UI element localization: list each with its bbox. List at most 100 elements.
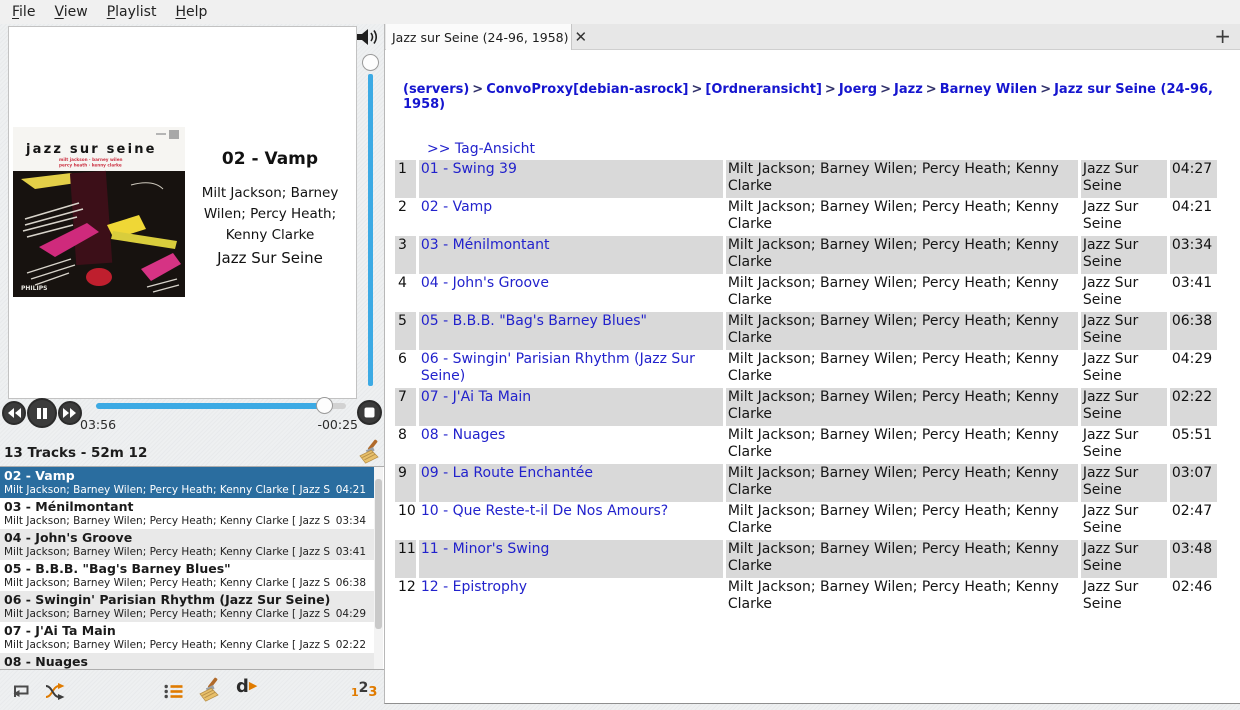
playlist-toolbar: d▶ 123 bbox=[0, 674, 384, 708]
table-row: 808 - NuagesMilt Jackson; Barney Wilen; … bbox=[395, 426, 1217, 464]
track-title-link[interactable]: 08 - Nuages bbox=[421, 427, 506, 443]
next-button[interactable] bbox=[58, 401, 82, 425]
volume-slider[interactable] bbox=[362, 50, 379, 392]
playlist-item-artists: Milt Jackson; Barney Wilen; Percy Heath;… bbox=[4, 515, 330, 527]
player-card: jazz sur seine milt jackson · barney wil… bbox=[8, 26, 357, 399]
breadcrumb-separator: > bbox=[923, 82, 940, 97]
seek-slider[interactable] bbox=[96, 403, 346, 409]
playlist-item-artists: Milt Jackson; Barney Wilen; Percy Heath;… bbox=[4, 546, 330, 558]
playlist-item[interactable]: 03 - MénilmontantMilt Jackson; Barney Wi… bbox=[0, 498, 374, 529]
seek-knob[interactable] bbox=[316, 397, 333, 414]
previous-button[interactable] bbox=[2, 401, 26, 425]
broom-icon[interactable] bbox=[355, 439, 383, 466]
table-row: 505 - B.B.B. "Bag's Barney Blues"Milt Ja… bbox=[395, 312, 1217, 350]
playlist-item-title: 05 - B.B.B. "Bag's Barney Blues" bbox=[0, 561, 374, 576]
tab-jazz-sur-seine[interactable]: Jazz sur Seine (24-96, 1958) ✕ bbox=[386, 24, 572, 50]
tab-close-icon[interactable]: ✕ bbox=[575, 30, 588, 45]
breadcrumb-link[interactable]: [Ordneransicht] bbox=[705, 82, 822, 97]
table-row: 1212 - EpistrophyMilt Jackson; Barney Wi… bbox=[395, 578, 1217, 616]
album-art-credit2: percy heath · kenny clarke bbox=[59, 163, 122, 168]
playlist-items: 02 - Vamp Milt Jackson; Barney Wilen; Per… bbox=[0, 467, 384, 670]
volume-knob[interactable] bbox=[362, 54, 379, 71]
remaining-time: -00:25 bbox=[314, 417, 358, 432]
now-playing-artists: Milt Jackson; Barney Wilen; Percy Heath;… bbox=[188, 183, 352, 246]
sort-numbers-icon[interactable]: 123 bbox=[351, 681, 377, 700]
playlist-item-title: 04 - John's Groove bbox=[0, 530, 374, 545]
breadcrumb-link[interactable]: (servers) bbox=[403, 82, 469, 97]
track-title-link[interactable]: 10 - Que Reste-t-il De Nos Amours? bbox=[421, 503, 668, 519]
dynamic-playlist-icon[interactable]: d▶ bbox=[236, 676, 257, 697]
menu-file[interactable]: File bbox=[12, 4, 35, 20]
album-art-label: PHILIPS bbox=[21, 285, 47, 292]
repeat-icon[interactable] bbox=[10, 682, 31, 705]
playlist-item-duration: 02:22 bbox=[336, 639, 366, 651]
playlist-item-duration: 04:29 bbox=[336, 608, 366, 620]
track-title-link[interactable]: 07 - J'Ai Ta Main bbox=[421, 389, 531, 405]
breadcrumb-link[interactable]: Barney Wilen bbox=[940, 82, 1038, 97]
menu-view[interactable]: View bbox=[54, 4, 87, 20]
table-row: 303 - MénilmontantMilt Jackson; Barney W… bbox=[395, 236, 1217, 274]
menu-help[interactable]: Help bbox=[175, 4, 207, 20]
now-playing-album: Jazz Sur Seine bbox=[185, 249, 355, 267]
tab-bar: Jazz sur Seine (24-96, 1958) ✕ + bbox=[385, 24, 1240, 50]
playlist-item-title: 03 - Ménilmontant bbox=[0, 499, 374, 514]
track-title-link[interactable]: 06 - Swingin' Parisian Rhythm (Jazz Sur … bbox=[421, 351, 695, 384]
table-row: 202 - VampMilt Jackson; Barney Wilen; Pe… bbox=[395, 198, 1217, 236]
table-row: 707 - J'Ai Ta MainMilt Jackson; Barney W… bbox=[395, 388, 1217, 426]
playlist-item-title: 07 - J'Ai Ta Main bbox=[0, 623, 374, 638]
playlist-item-title: 06 - Swingin' Parisian Rhythm (Jazz Sur … bbox=[0, 592, 374, 607]
track-title-link[interactable]: 01 - Swing 39 bbox=[421, 161, 517, 177]
track-table-body: 101 - Swing 39Milt Jackson; Barney Wilen… bbox=[395, 160, 1217, 616]
elapsed-time: 03:56 bbox=[80, 417, 116, 432]
breadcrumb-link[interactable]: ConvoProxy[debian-asrock] bbox=[486, 82, 688, 97]
playlist-header: 13 Tracks - 52m 12 bbox=[0, 443, 384, 466]
breadcrumb-separator: > bbox=[877, 82, 894, 97]
playlist-item[interactable]: 04 - John's GrooveMilt Jackson; Barney W… bbox=[0, 529, 374, 560]
playlist-item-artists: Milt Jackson; Barney Wilen; Percy Heath;… bbox=[4, 639, 330, 651]
track-title-link[interactable]: 02 - Vamp bbox=[421, 199, 492, 215]
track-title-link[interactable]: 05 - B.B.B. "Bag's Barney Blues" bbox=[421, 313, 647, 329]
tab-label: Jazz sur Seine (24-96, 1958) bbox=[392, 30, 569, 45]
breadcrumb-separator: > bbox=[822, 82, 839, 97]
speaker-icon[interactable] bbox=[355, 27, 381, 47]
track-title-link[interactable]: 11 - Minor's Swing bbox=[421, 541, 550, 557]
playlist-item[interactable]: 08 - Nuages bbox=[0, 653, 374, 670]
playlist-item-title: 08 - Nuages bbox=[0, 654, 374, 669]
stop-button[interactable] bbox=[357, 400, 382, 425]
menu-bar: File View Playlist Help bbox=[0, 0, 1240, 24]
broom-icon[interactable] bbox=[195, 677, 223, 708]
new-tab-button[interactable]: + bbox=[1214, 24, 1231, 48]
playlist-item-title: 02 - Vamp bbox=[0, 468, 374, 483]
browser-content: (servers)>ConvoProxy[debian-asrock]>[Ord… bbox=[385, 50, 1240, 703]
playlist-item-artists: Milt Jackson; Barney Wilen; Percy Heath;… bbox=[4, 577, 330, 589]
shuffle-icon[interactable] bbox=[45, 683, 68, 704]
table-row: 101 - Swing 39Milt Jackson; Barney Wilen… bbox=[395, 160, 1217, 198]
tag-view-link[interactable]: >> Tag-Ansicht bbox=[427, 141, 535, 157]
playlist-scrollbar-thumb[interactable] bbox=[375, 479, 382, 629]
track-title-link[interactable]: 09 - La Route Enchantée bbox=[421, 465, 593, 481]
album-art: jazz sur seine milt jackson · barney wil… bbox=[13, 127, 185, 297]
playlist-item[interactable]: 02 - VampMilt Jackson; Barney Wilen; Per… bbox=[0, 467, 374, 498]
breadcrumb-link[interactable]: Jazz bbox=[894, 82, 923, 97]
playlist-scrollbar[interactable] bbox=[374, 467, 383, 669]
playlist-item-duration: 03:34 bbox=[336, 515, 366, 527]
breadcrumb-separator: > bbox=[469, 82, 486, 97]
now-playing-title: 02 - Vamp bbox=[185, 149, 355, 169]
playlist-item[interactable]: 07 - J'Ai Ta MainMilt Jackson; Barney Wi… bbox=[0, 622, 374, 653]
playlist-item-artists: Milt Jackson; Barney Wilen; Percy Heath;… bbox=[4, 608, 330, 620]
pause-button[interactable] bbox=[27, 398, 57, 428]
playlist-item[interactable]: 06 - Swingin' Parisian Rhythm (Jazz Sur … bbox=[0, 591, 374, 622]
track-title-link[interactable]: 12 - Epistrophy bbox=[421, 579, 527, 595]
playlist[interactable]: 02 - Vamp Milt Jackson; Barney Wilen; Per… bbox=[0, 466, 384, 670]
track-table: 101 - Swing 39Milt Jackson; Barney Wilen… bbox=[392, 160, 1220, 616]
track-title-link[interactable]: 03 - Ménilmontant bbox=[421, 237, 550, 253]
menu-playlist[interactable]: Playlist bbox=[107, 4, 157, 20]
table-row: 606 - Swingin' Parisian Rhythm (Jazz Sur… bbox=[395, 350, 1217, 388]
volume-track bbox=[368, 74, 373, 386]
album-art-credit1: milt jackson · barney wilen bbox=[59, 157, 123, 162]
playlist-item[interactable]: 05 - B.B.B. "Bag's Barney Blues"Milt Jac… bbox=[0, 560, 374, 591]
list-icon[interactable] bbox=[164, 684, 184, 703]
playlist-item-duration: 06:38 bbox=[336, 577, 366, 589]
breadcrumb-link[interactable]: Joerg bbox=[839, 82, 877, 97]
track-title-link[interactable]: 04 - John's Groove bbox=[421, 275, 549, 291]
